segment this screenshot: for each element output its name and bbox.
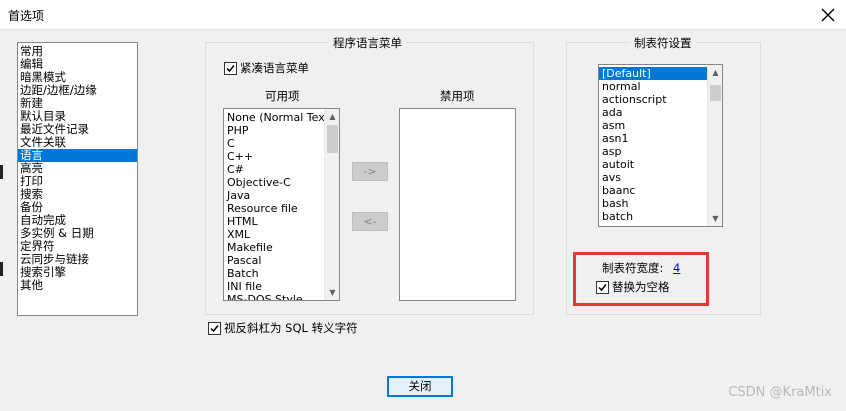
category-list[interactable]: 常用 编辑 暗黑模式 边距/边框/边缘 新建 默认目录 最近文件记录 文件关联 语言 高亮 打印 搜索… <box>17 42 138 316</box>
tab-language-item[interactable]: autoit <box>599 158 722 171</box>
available-language-item[interactable]: XML <box>224 228 339 241</box>
scroll-up-arrow-icon[interactable]: ▲ <box>708 65 722 80</box>
available-scrollbar[interactable]: ▲ ▼ <box>324 109 339 300</box>
available-languages-list[interactable]: None (Normal Text) PHP C C++ C# Objective-C Ja… <box>223 108 340 301</box>
sql-escape-checkbox[interactable]: 视反斜杠为 SQL 转义字符 <box>208 320 358 336</box>
tab-language-scrollbar[interactable]: ▲ ▼ <box>707 65 722 226</box>
move-right-button[interactable]: -> <box>352 162 388 181</box>
check-icon <box>208 321 221 335</box>
compact-language-menu-label: 紧凑语言菜单 <box>240 61 309 75</box>
scroll-thumb[interactable] <box>710 85 721 101</box>
compact-language-menu-checkbox[interactable]: 紧凑语言菜单 <box>224 60 309 76</box>
available-language-item[interactable]: None (Normal Text) <box>224 111 339 124</box>
tab-language-item[interactable]: baanc <box>599 184 722 197</box>
available-language-item[interactable]: C# <box>224 163 339 176</box>
tab-language-item[interactable]: ada <box>599 106 722 119</box>
available-language-item[interactable]: Batch <box>224 267 339 280</box>
category-item[interactable]: 其他 <box>18 279 137 292</box>
close-icon[interactable] <box>816 3 840 27</box>
available-language-item[interactable]: PHP <box>224 124 339 137</box>
available-language-item[interactable]: Pascal <box>224 254 339 267</box>
tab-language-list[interactable]: [Default] normal actionscript ada asm asn1 asp… <box>598 64 723 227</box>
tab-language-item[interactable]: batch <box>599 210 722 223</box>
scroll-down-arrow-icon[interactable]: ▼ <box>708 211 722 226</box>
disabled-languages-list[interactable] <box>399 108 516 301</box>
tab-language-item[interactable]: avs <box>599 171 722 184</box>
tab-language-item[interactable]: asn1 <box>599 132 722 145</box>
scroll-down-arrow-icon[interactable]: ▼ <box>325 285 339 300</box>
scroll-up-arrow-icon[interactable]: ▲ <box>325 109 339 124</box>
available-language-item[interactable]: HTML <box>224 215 339 228</box>
language-menu-title: 程序语言菜单 <box>329 35 406 51</box>
title-bar: 首选项 <box>0 0 846 30</box>
tab-language-item[interactable]: asm <box>599 119 722 132</box>
highlight-annotation <box>573 252 709 306</box>
watermark: CSDN @KraMtix <box>728 385 832 400</box>
available-language-item[interactable]: MS-DOS Style <box>224 293 339 300</box>
available-language-item[interactable]: Java <box>224 189 339 202</box>
tab-language-item[interactable]: bash <box>599 197 722 210</box>
edge-mark <box>0 165 3 179</box>
available-items-title: 可用项 <box>265 89 300 103</box>
close-button[interactable]: 关闭 <box>387 376 453 397</box>
available-language-item[interactable]: Makefile <box>224 241 339 254</box>
check-icon <box>224 61 237 75</box>
move-left-button[interactable]: <- <box>352 212 388 231</box>
sql-escape-label: 视反斜杠为 SQL 转义字符 <box>224 321 358 335</box>
tab-language-item[interactable]: [Default] <box>599 67 722 80</box>
scroll-thumb[interactable] <box>327 125 338 153</box>
tab-language-item[interactable]: actionscript <box>599 93 722 106</box>
available-language-item[interactable]: Resource file <box>224 202 339 215</box>
tab-settings-title: 制表符设置 <box>630 35 696 51</box>
available-language-item[interactable]: Objective-C <box>224 176 339 189</box>
edge-mark <box>0 262 3 276</box>
tab-language-item[interactable]: asp <box>599 145 722 158</box>
available-language-item[interactable]: INI file <box>224 280 339 293</box>
available-language-item[interactable]: C <box>224 137 339 150</box>
disabled-items-title: 禁用项 <box>440 89 475 103</box>
tab-language-item[interactable]: normal <box>599 80 722 93</box>
available-language-item[interactable]: C++ <box>224 150 339 163</box>
window-title: 首选项 <box>8 9 45 23</box>
